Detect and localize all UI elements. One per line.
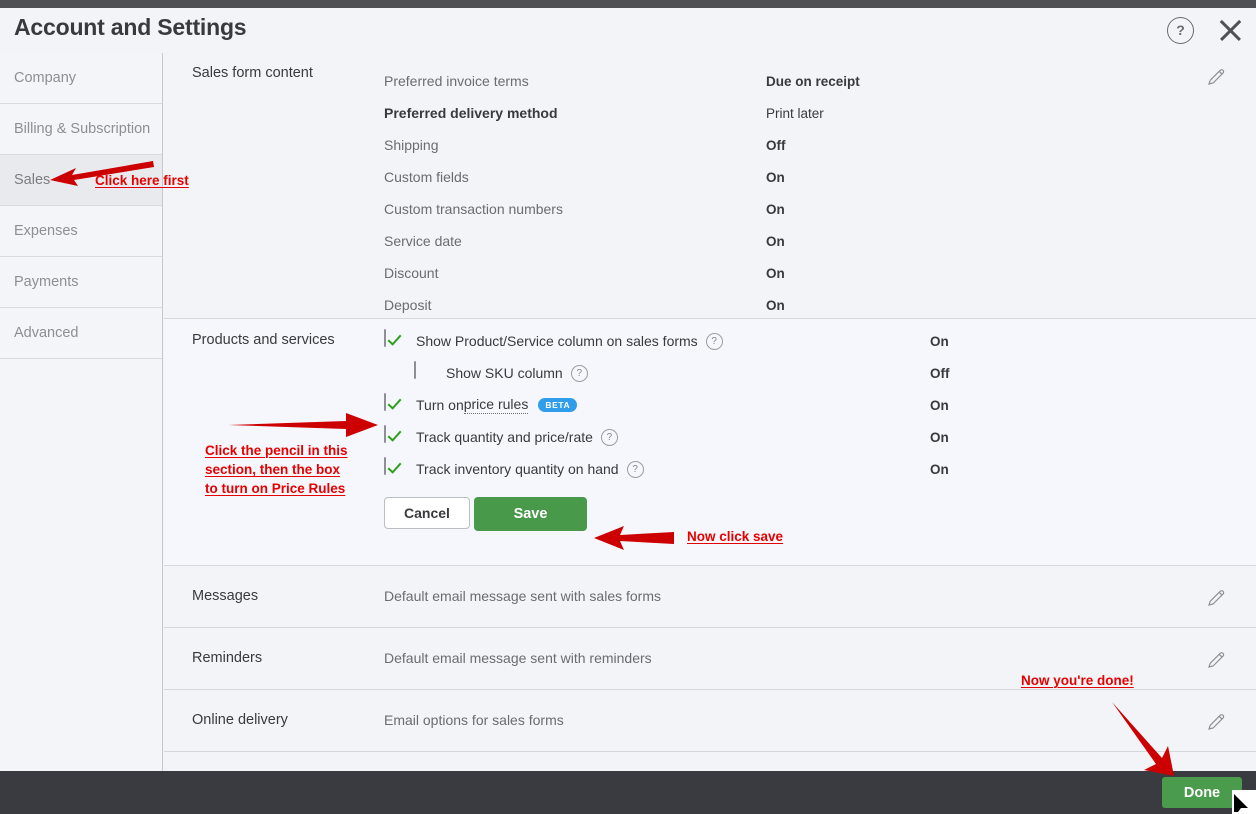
settings-sidebar: Company Billing & Subscription Sales Exp… [0,53,163,771]
sidebar-item-label: Sales [14,172,50,188]
section-description: Email options for sales forms [384,712,564,728]
pencil-icon[interactable] [1206,67,1226,87]
section-sales-form-content: Sales form content Preferred invoice ter… [164,53,1256,319]
header-actions: ? [1167,16,1244,44]
help-icon[interactable]: ? [1167,17,1194,44]
beta-badge: BETA [538,398,577,412]
option-label: Show Product/Service column on sales for… [416,333,698,349]
table-row: Discount On [384,257,1204,289]
setting-label: Service date [384,233,766,249]
checkbox-wrapper [384,458,406,480]
table-row: Service date On [384,225,1204,257]
section-messages[interactable]: Messages Default email message sent with… [164,566,1256,628]
dialog-header: Account and Settings ? [0,8,1256,53]
section-online-delivery[interactable]: Online delivery Email options for sales … [164,690,1256,752]
help-icon[interactable]: ? [706,333,723,350]
help-icon[interactable]: ? [627,461,644,478]
option-state: On [930,398,949,413]
setting-label: Shipping [384,137,766,153]
settings-main-panel: Sales form content Preferred invoice ter… [164,53,1256,771]
sidebar-item-payments[interactable]: Payments [0,257,162,308]
sidebar-item-label: Payments [14,274,78,290]
setting-value: Print later [766,106,824,121]
pencil-icon[interactable] [1206,588,1226,608]
setting-label: Preferred delivery method [384,105,766,121]
window-top-bar [0,0,1256,8]
save-button[interactable]: Save [474,497,587,531]
setting-value: Due on receipt [766,74,860,89]
option-state: On [930,430,949,445]
checkbox-turn-on-price-rules[interactable] [384,393,386,411]
option-label: Track quantity and price/rate [416,429,593,445]
setting-value: On [766,234,785,249]
checkbox-show-sku-column[interactable] [414,361,416,379]
sidebar-item-company[interactable]: Company [0,53,162,104]
section-title-sales-form-content: Sales form content [192,65,313,81]
checkbox-wrapper [384,426,406,448]
table-row: Custom transaction numbers On [384,193,1204,225]
done-button[interactable]: Done [1162,777,1242,808]
table-row: Custom fields On [384,161,1204,193]
section-title-reminders: Reminders [192,650,262,666]
products-action-buttons: Cancel Save [384,497,587,531]
sidebar-item-label: Expenses [14,223,78,239]
sidebar-item-sales[interactable]: Sales [0,155,162,206]
option-state: On [930,462,949,477]
sales-form-content-rows: Preferred invoice terms Due on receipt P… [384,65,1204,321]
section-products-and-services: Products and services Show Product/Servi… [164,319,1256,566]
setting-value: On [766,266,785,281]
page-title: Account and Settings [14,14,246,41]
section-title-online-delivery: Online delivery [192,712,288,728]
setting-value: On [766,170,785,185]
setting-label: Preferred invoice terms [384,73,766,89]
section-title-messages: Messages [192,588,258,604]
table-row: Preferred delivery method Print later [384,97,1204,129]
option-show-product-service-column: Show Product/Service column on sales for… [384,325,1214,357]
setting-value: Off [766,138,786,153]
sidebar-item-advanced[interactable]: Advanced [0,308,162,359]
option-track-inventory-quantity-on-hand: Track inventory quantity on hand ? On [384,453,1214,485]
sidebar-item-label: Company [14,70,76,86]
option-turn-on-price-rules: Turn on price rules BETA On [384,389,1214,421]
setting-label: Discount [384,265,766,281]
option-label-prefix: Turn on [416,397,464,413]
help-icon[interactable]: ? [571,365,588,382]
table-row: Preferred invoice terms Due on receipt [384,65,1204,97]
cancel-button[interactable]: Cancel [384,497,470,529]
setting-value: On [766,298,785,313]
close-icon[interactable] [1216,16,1244,44]
setting-label: Custom transaction numbers [384,201,766,217]
option-show-sku-column: Show SKU column ? Off [384,357,1214,389]
setting-value: On [766,202,785,217]
setting-label: Custom fields [384,169,766,185]
price-rules-link[interactable]: price rules [464,396,529,414]
sidebar-item-label: Billing & Subscription [14,121,150,137]
sidebar-item-expenses[interactable]: Expenses [0,206,162,257]
section-title-products-and-services: Products and services [192,332,335,348]
sidebar-item-billing-subscription[interactable]: Billing & Subscription [0,104,162,155]
table-row: Deposit On [384,289,1204,321]
option-state: Off [930,366,950,381]
pencil-icon[interactable] [1206,650,1226,670]
help-icon[interactable]: ? [601,429,618,446]
setting-label: Deposit [384,297,766,313]
products-options-list: Show Product/Service column on sales for… [384,325,1214,485]
section-description: Default email message sent with sales fo… [384,588,661,604]
checkbox-wrapper [384,394,406,416]
dialog-footer: Done [0,771,1256,814]
option-label: Show SKU column [446,365,563,381]
table-row: Shipping Off [384,129,1204,161]
checkbox-track-inventory-quantity-on-hand[interactable] [384,457,386,475]
section-reminders[interactable]: Reminders Default email message sent wit… [164,628,1256,690]
checkbox-wrapper [414,362,436,384]
option-label: Track inventory quantity on hand [416,461,619,477]
pencil-icon[interactable] [1206,712,1226,732]
option-state: On [930,334,949,349]
sidebar-item-label: Advanced [14,325,79,341]
checkbox-track-quantity-and-price-rate[interactable] [384,425,386,443]
section-description: Default email message sent with reminder… [384,650,652,666]
checkbox-wrapper [384,330,406,352]
option-track-quantity-and-price-rate: Track quantity and price/rate ? On [384,421,1214,453]
checkbox-show-product-service-column[interactable] [384,329,386,347]
